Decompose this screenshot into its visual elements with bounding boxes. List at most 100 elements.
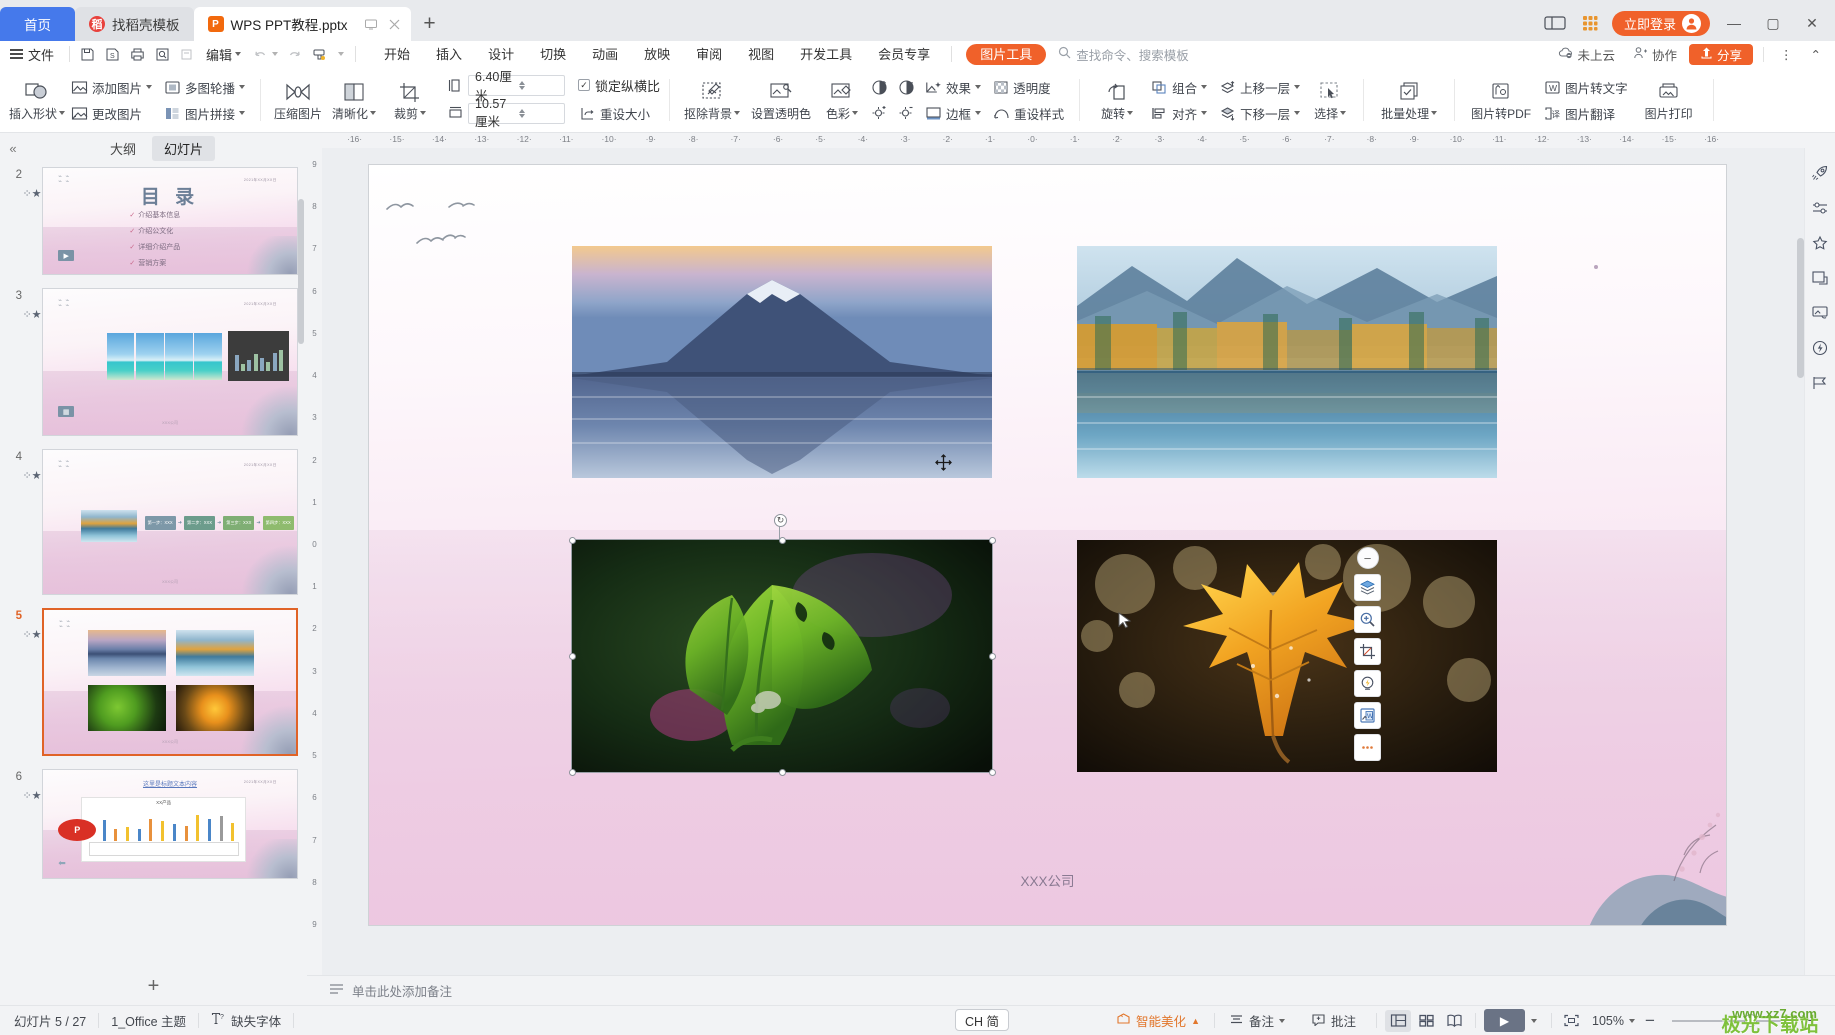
close-tab-icon[interactable] xyxy=(386,16,403,33)
flag-icon[interactable] xyxy=(1809,372,1831,394)
resize-handle-s[interactable] xyxy=(779,769,786,776)
collapse-panel-button[interactable]: « xyxy=(0,141,26,156)
comments-button[interactable]: 批注 xyxy=(1299,1011,1368,1030)
resize-handle-e[interactable] xyxy=(989,653,996,660)
tab-document[interactable]: P WPS PPT教程.pptx xyxy=(193,7,411,41)
list-item[interactable]: 3 ⁘★ ⌁ ⌁ ⌁ ⌁ 2021年XX月XX日 ▦ XXX公司 xyxy=(0,288,307,436)
height-input[interactable]: 6.40厘米 xyxy=(468,70,566,103)
rocket-icon[interactable] xyxy=(1809,162,1831,184)
minimize-button[interactable]: — xyxy=(1719,10,1749,36)
notes-pane[interactable]: 单击此处添加备注 xyxy=(307,975,1835,1005)
resize-handle-se[interactable] xyxy=(989,769,996,776)
picture-to-text-button[interactable]: W 图片转文字 xyxy=(1538,75,1634,100)
list-item[interactable]: 6 ⁘★ 这里是标题文本内容 2021年XX月XX日 XX产品 P ⬅ xyxy=(0,769,307,879)
reset-style-button[interactable]: 重设样式 xyxy=(987,101,1070,126)
normal-view-button[interactable] xyxy=(1385,1009,1412,1032)
remove-background-button[interactable]: 抠除背景 xyxy=(679,70,745,130)
picture-to-word-button[interactable]: W xyxy=(1354,702,1381,729)
undo-chevron-icon[interactable] xyxy=(272,52,279,56)
tab-start[interactable]: 开始 xyxy=(371,42,423,67)
format-painter-icon[interactable] xyxy=(307,43,332,66)
tab-home[interactable]: 首页 xyxy=(0,7,75,41)
crop-button[interactable] xyxy=(1354,638,1381,665)
tab-insert[interactable]: 插入 xyxy=(423,42,475,67)
notes-toggle-button[interactable]: 备注 xyxy=(1217,1011,1297,1030)
resize-handle-w[interactable] xyxy=(569,653,576,660)
smart-button[interactable] xyxy=(1354,670,1381,697)
collage-button[interactable]: 图片拼接 xyxy=(158,101,251,126)
picture-translate-button[interactable]: 译 图片翻译 xyxy=(1538,101,1634,126)
present-screen-icon[interactable] xyxy=(363,16,380,33)
horizontal-ruler[interactable]: ·16· ·15· ·14· ·13· ·12· ·11· ·10· ·9· ·8· ·7· ·6·… xyxy=(307,133,1835,148)
send-backward-button[interactable]: 下移一层 xyxy=(1213,101,1306,126)
border-button[interactable]: 边框 xyxy=(919,101,987,126)
effects-button[interactable]: 效果 xyxy=(919,75,987,100)
tab-picture-tools[interactable]: 图片工具 xyxy=(966,43,1047,65)
tab-animation[interactable]: 动画 xyxy=(579,42,631,67)
quick-access-chevron-icon[interactable] xyxy=(338,52,345,56)
theme-button[interactable]: 1_Office 主题 xyxy=(99,1011,198,1030)
picture-to-pdf-button[interactable]: 图片转PDF xyxy=(1464,70,1538,130)
lightning-icon[interactable] xyxy=(1809,337,1831,359)
thumbnail-list[interactable]: 2 ⁘★ ⌁ ⌁ ⌁ ⌁ 2021年XX月XX日 目 录 ✓ 介绍基本信息 ✓ 介绍公… xyxy=(0,163,307,967)
save-icon[interactable] xyxy=(75,43,100,66)
more-options-button[interactable]: ⋮ xyxy=(1774,47,1799,62)
reading-view-button[interactable] xyxy=(1441,1010,1467,1032)
select-button[interactable]: 选择 xyxy=(1306,70,1354,130)
insert-shape-button[interactable]: 插入形状 xyxy=(9,70,66,130)
smart-beautify-button[interactable]: 智能美化 ▲ xyxy=(1104,1011,1212,1030)
slide-thumbnail-4[interactable]: ⌁ ⌁ ⌁ ⌁ 2021年XX月XX日 第一步：XXX ➜ 第二步：XXX ➜ 第… xyxy=(42,449,298,595)
contrast-increase-button[interactable] xyxy=(867,76,892,99)
maple-leaf-photo[interactable] xyxy=(1077,540,1497,772)
canvas-scrollbar[interactable] xyxy=(1797,238,1804,378)
slide-thumbnail-2[interactable]: ⌁ ⌁ ⌁ ⌁ 2021年XX月XX日 目 录 ✓ 介绍基本信息 ✓ 介绍公文化 ✓ 详… xyxy=(42,167,298,275)
color-button[interactable]: 色彩 xyxy=(817,70,867,130)
design-idea-icon[interactable] xyxy=(1809,302,1831,324)
tab-developer[interactable]: 开发工具 xyxy=(787,42,865,67)
picture-print-button[interactable]: 图片打印 xyxy=(1634,70,1704,130)
add-slide-button[interactable]: + xyxy=(0,967,307,1005)
set-transparent-color-button[interactable]: 设置透明色 xyxy=(745,70,817,130)
undo-icon[interactable] xyxy=(247,43,272,66)
list-item[interactable]: 5 ⁘★ ⌁ ⌁ ⌁ ⌁ XXX公司 xyxy=(0,608,307,756)
fit-to-window-button[interactable] xyxy=(1558,1010,1584,1032)
rotate-handle[interactable]: ↻ xyxy=(774,514,787,527)
slide-thumbnail-5[interactable]: ⌁ ⌁ ⌁ ⌁ XXX公司 xyxy=(42,608,298,756)
redo-icon[interactable] xyxy=(282,43,307,66)
lock-aspect-ratio-checkbox[interactable]: ✓ 锁定纵横比 xyxy=(578,76,660,95)
bring-forward-button[interactable]: 上移一层 xyxy=(1213,75,1306,100)
sliders-icon[interactable] xyxy=(1809,197,1831,219)
command-search[interactable]: 查找命令、搜索模板 xyxy=(1058,45,1189,64)
duplicate-icon[interactable] xyxy=(1809,267,1831,289)
thumbnail-scrollbar[interactable] xyxy=(298,199,304,344)
print-icon[interactable] xyxy=(125,43,150,66)
vertical-ruler[interactable]: 9 8 7 6 5 4 3 2 1 0 1 2 3 4 5 6 7 8 9 xyxy=(307,148,322,975)
edit-lock-icon[interactable] xyxy=(175,43,200,66)
tab-find-template[interactable]: 稻 找稻壳模板 xyxy=(75,7,194,41)
maximize-button[interactable]: ▢ xyxy=(1758,10,1788,36)
add-picture-button[interactable]: 添加图片 xyxy=(65,75,158,100)
collaborate-button[interactable]: 协作 xyxy=(1627,45,1683,64)
file-menu-button[interactable]: 文件 xyxy=(6,45,64,64)
list-item[interactable]: 2 ⁘★ ⌁ ⌁ ⌁ ⌁ 2021年XX月XX日 目 录 ✓ 介绍基本信息 ✓ 介绍公… xyxy=(0,167,307,275)
collapse-ribbon-button[interactable]: ⌃ xyxy=(1805,47,1827,62)
brightness-increase-button[interactable] xyxy=(867,101,892,124)
zoom-out-button[interactable]: − xyxy=(1637,1010,1663,1032)
transparency-button[interactable]: 透明度 xyxy=(987,75,1070,100)
rotate-button[interactable]: 旋转 xyxy=(1089,70,1145,130)
resize-handle-nw[interactable] xyxy=(569,537,576,544)
zoom-chevron-icon[interactable] xyxy=(1629,1018,1635,1023)
tab-design[interactable]: 设计 xyxy=(475,42,527,67)
batch-process-button[interactable]: 批量处理 xyxy=(1373,70,1445,130)
share-button[interactable]: 分享 xyxy=(1689,43,1754,65)
slide-canvas[interactable]: XXX公司 ↻ − W xyxy=(322,148,1804,975)
mount-fuji-photo[interactable] xyxy=(572,246,992,478)
start-slideshow-button[interactable]: ▶ xyxy=(1484,1009,1526,1032)
zoom-level-label[interactable]: 105% xyxy=(1586,1014,1627,1028)
zoom-preview-button[interactable] xyxy=(1354,606,1381,633)
more-button[interactable] xyxy=(1354,734,1381,761)
group-button[interactable]: 组合 xyxy=(1145,75,1213,100)
resize-handle-sw[interactable] xyxy=(569,769,576,776)
brightness-decrease-button[interactable] xyxy=(894,101,919,124)
missing-font-button[interactable]: ? 缺失字体 xyxy=(199,1011,293,1030)
